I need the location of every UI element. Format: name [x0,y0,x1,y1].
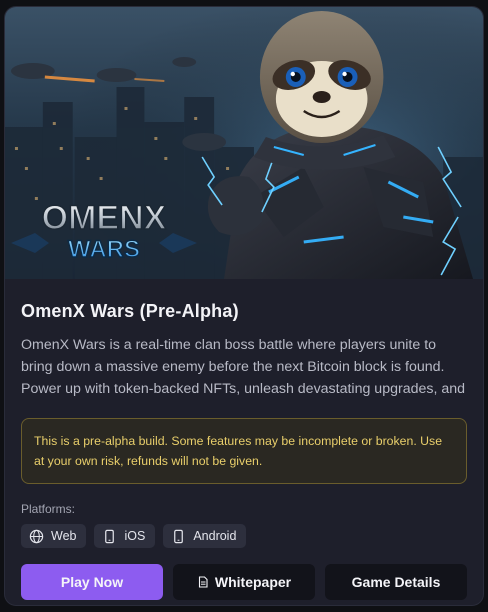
whitepaper-button[interactable]: Whitepaper [173,564,315,600]
platform-label: Android [193,529,237,543]
platform-list: Web iOS Android [21,524,467,548]
game-description: OmenX Wars is a real-time clan boss batt… [21,337,466,397]
game-title: OmenX Wars (Pre-Alpha) [21,301,239,321]
svg-text:WARS: WARS [68,236,140,263]
platform-label: iOS [124,529,146,543]
pre-alpha-warning: This is a pre-alpha build. Some features… [21,418,467,484]
document-icon [198,576,208,588]
phone-icon [174,529,184,543]
platform-android: Android [163,524,247,548]
omenx-wars-logo: OMENX WARS [11,198,197,264]
platform-label: Web [51,529,77,543]
play-now-button[interactable]: Play Now [21,564,163,600]
game-hero-image: OMENX WARS [5,7,483,279]
action-bar: Play Now Whitepaper Game Details [21,564,467,600]
game-details-button[interactable]: Game Details [325,564,467,600]
svg-text:OMENX: OMENX [42,199,167,237]
platform-ios: iOS [94,524,156,548]
game-card: OMENX WARS OmenX Wars (Pre-Alpha) OmenX … [4,6,484,606]
warning-text: This is a pre-alpha build. Some features… [34,434,443,468]
platforms-label: Platforms: [21,502,76,516]
phone-icon [105,529,115,543]
globe-icon [29,529,44,543]
platform-web: Web [21,524,87,548]
whitepaper-label: Whitepaper [214,574,292,590]
